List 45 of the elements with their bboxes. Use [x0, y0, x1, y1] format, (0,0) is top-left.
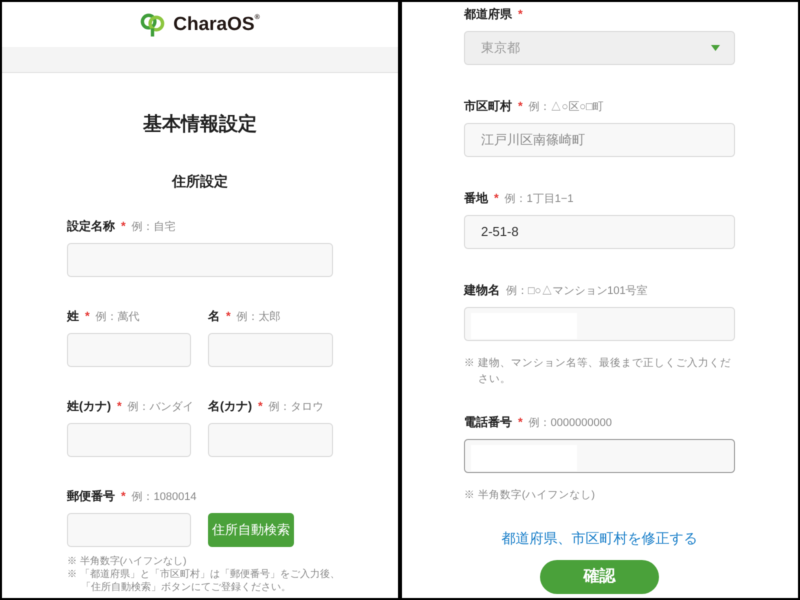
- required-mark: *: [258, 398, 263, 415]
- field-label: 番地: [464, 190, 488, 207]
- caret-down-icon: [711, 45, 720, 51]
- example-hint: 例：バンダイ: [128, 400, 194, 415]
- required-mark: *: [518, 6, 523, 23]
- note-text: ※ 建物、マンション名等、最後まで正しくご入力ください。: [464, 356, 732, 387]
- example-hint: 例：自宅: [132, 220, 176, 235]
- field-label: 郵便番号: [67, 488, 115, 505]
- edit-address-link[interactable]: 都道府県、市区町村を修正する: [502, 528, 698, 548]
- example-hint: 例：0000000000: [528, 416, 612, 431]
- logo-icon: [140, 12, 166, 37]
- field-label: 名(カナ): [208, 398, 252, 415]
- example-hint: 例：萬代: [96, 310, 140, 325]
- note-text: ※ 「都道府県」と「市区町村」は「郵便番号」をご入力後、「住所自動検索」ボタンにてご登録ください。: [67, 568, 341, 594]
- example-hint: 例：太郎: [236, 310, 281, 325]
- address-search-button[interactable]: 住所自動検索: [208, 513, 294, 547]
- field-label: 電話番号: [464, 414, 512, 431]
- required-mark: *: [117, 398, 122, 415]
- page-title: 基本情報設定: [142, 112, 258, 137]
- required-mark: *: [121, 218, 126, 235]
- input-field[interactable]: [464, 439, 735, 473]
- note-text: ※ 半角数字(ハイフンなし): [464, 488, 596, 503]
- example-hint: 例：1丁目1−1: [504, 192, 574, 207]
- field-label: 都道府県: [464, 6, 512, 23]
- field-label: 名: [208, 308, 220, 325]
- required-mark: *: [518, 414, 523, 431]
- field-label: 建物名: [464, 282, 500, 299]
- confirm-button[interactable]: 確認: [540, 560, 659, 594]
- example-hint: 例：タロウ: [268, 400, 324, 415]
- required-mark: *: [121, 488, 126, 505]
- note-text: ※ 半角数字(ハイフンなし): [67, 555, 188, 568]
- brand-name: CharaOS$^{®}$: [173, 12, 260, 36]
- required-mark: *: [226, 308, 231, 325]
- example-hint: 例：□○△マンション101号室: [506, 284, 648, 299]
- example-hint: 例：1080014: [132, 490, 196, 505]
- field-label: 姓: [67, 308, 79, 325]
- input-field[interactable]: 2-51-8: [464, 215, 735, 249]
- section-title: 住所設定: [170, 172, 229, 191]
- required-mark: *: [518, 98, 523, 115]
- field-label: 姓(カナ): [67, 398, 111, 415]
- field-label: 設定名称: [67, 218, 115, 235]
- required-mark: *: [494, 190, 499, 207]
- required-mark: *: [85, 308, 90, 325]
- example-hint: 例：△○区○□町: [528, 100, 604, 115]
- field-label: 市区町村: [464, 98, 512, 115]
